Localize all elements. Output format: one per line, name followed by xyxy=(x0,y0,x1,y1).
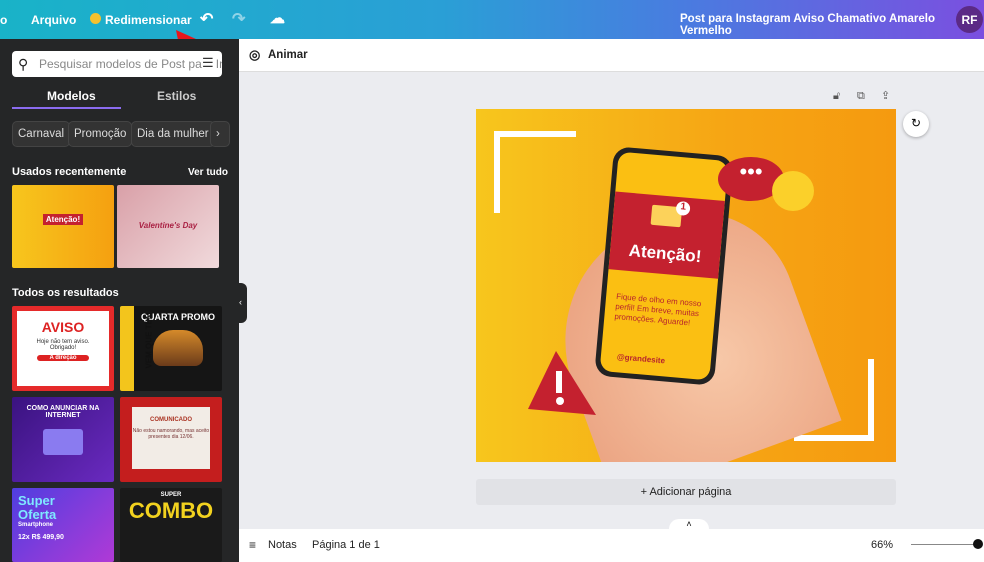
template-super-oferta[interactable]: Super Oferta Smartphone 12x R$ 499,90 xyxy=(12,488,114,562)
frame-corner xyxy=(494,131,576,213)
notes-button[interactable]: Notas xyxy=(268,539,297,551)
undo-icon[interactable]: ↶ xyxy=(200,9,213,29)
template-aviso[interactable]: AVISO Hoje não tem aviso. Obrigado! A dire… xyxy=(12,306,114,391)
notes-icon: ≡ xyxy=(249,538,257,552)
design-body: Fique de olho em nosso perfil! Em breve,… xyxy=(614,291,702,328)
sidebar: Pesquisar modelos de Post para Ins ⚲ ☰ M… xyxy=(0,39,239,562)
burger-image xyxy=(153,330,203,366)
refresh-comment-icon[interactable]: ↻ xyxy=(903,111,929,137)
chip-carnaval[interactable]: Carnaval xyxy=(12,121,71,147)
chip-dia-da-mulher[interactable]: Dia da mulher xyxy=(131,121,215,147)
top-bar: o Arquivo Redimensionar ↶ ↷ ☁ Post para … xyxy=(0,0,984,100)
chat-bubble-yellow xyxy=(772,171,814,211)
warning-icon xyxy=(528,351,596,415)
recent-template-2[interactable]: Valentine's Day xyxy=(117,185,219,268)
zoom-slider-knob[interactable] xyxy=(973,539,983,549)
chip-promocao[interactable]: Promoção xyxy=(68,121,133,147)
design-title[interactable]: Post para Instagram Aviso Chamativo Amar… xyxy=(680,13,984,37)
tab-modelos[interactable]: Modelos xyxy=(47,89,96,103)
template-quarta-promo[interactable]: QUARTA PROMO VEM QUE TEM xyxy=(120,306,222,391)
zoom-level[interactable]: 66% xyxy=(871,539,893,551)
template-combo[interactable]: SUPER COMBO xyxy=(120,488,222,562)
duplicate-icon[interactable]: ⧉ xyxy=(857,90,865,103)
file-menu[interactable]: Arquivo xyxy=(31,13,76,27)
template-comunicado[interactable]: COMUNICADO Não estou namorando, mas aceit… xyxy=(120,397,222,482)
footer-bar: ≡ Notas Página 1 de 1 66% xyxy=(239,529,984,562)
toolbar: ◎ Animar xyxy=(239,39,984,72)
share-icon[interactable]: ⇪ xyxy=(881,89,890,102)
avatar[interactable]: RF xyxy=(956,6,983,33)
animate-icon: ◎ xyxy=(249,47,261,62)
chevron-right-icon[interactable]: › xyxy=(210,121,230,147)
zoom-slider[interactable] xyxy=(911,544,977,545)
recent-template-1[interactable]: Atenção! xyxy=(12,185,114,268)
active-tab-indicator xyxy=(12,107,121,109)
editor-area: ◎ Animar 🔓︎ ⧉ ⇪ ↻ 1 Atenção! Fique de ol… xyxy=(239,39,984,562)
resize-button[interactable]: Redimensionar xyxy=(105,13,192,27)
page-indicator[interactable]: Página 1 de 1 xyxy=(312,539,380,551)
search-icon: ⚲ xyxy=(18,56,29,72)
redo-icon[interactable]: ↷ xyxy=(232,9,245,29)
phone-image: 1 Atenção! Fique de olho em nosso perfil… xyxy=(594,146,734,386)
animate-button[interactable]: Animar xyxy=(268,49,308,61)
add-page-button[interactable]: + Adicionar página xyxy=(476,479,896,505)
search-input[interactable]: Pesquisar modelos de Post para Ins xyxy=(12,51,222,77)
design-canvas[interactable]: 1 Atenção! Fique de olho em nosso perfil… xyxy=(476,109,896,462)
megaphone-image xyxy=(43,429,83,455)
design-handle: @grandesite xyxy=(616,352,666,366)
cloud-saved-icon[interactable]: ☁ xyxy=(270,9,285,27)
recent-heading: Usados recentemente xyxy=(12,166,127,178)
template-como-anunciar[interactable]: COMO ANUNCIAR NA INTERNET xyxy=(12,397,114,482)
home-menu[interactable]: o xyxy=(0,13,7,27)
tab-estilos[interactable]: Estilos xyxy=(157,89,196,103)
crown-icon xyxy=(90,13,101,24)
lock-icon[interactable]: 🔓︎ xyxy=(833,90,840,103)
see-all-link[interactable]: Ver tudo xyxy=(188,167,228,178)
all-results-heading: Todos os resultados xyxy=(12,287,119,299)
filter-icon[interactable]: ☰ xyxy=(202,55,214,71)
